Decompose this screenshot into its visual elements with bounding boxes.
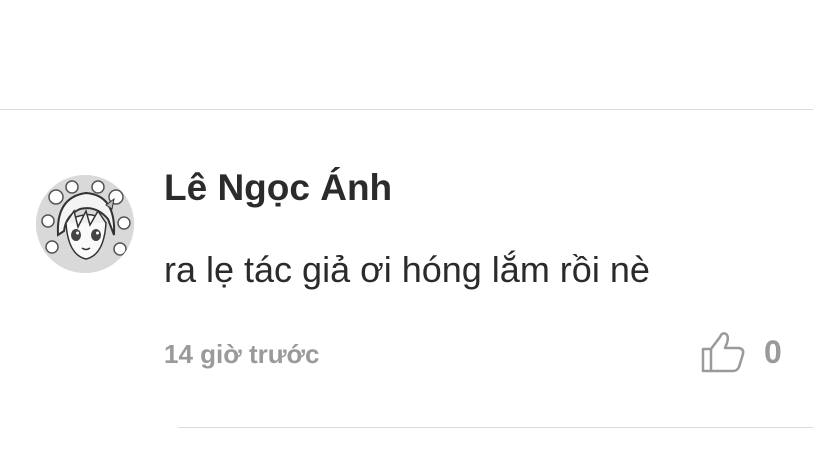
like-button[interactable]: 0 xyxy=(698,326,790,378)
comment-text: ra lẹ tác giả ơi hóng lắm rồi nè xyxy=(164,249,650,290)
comment-page: Lê Ngọc Ánh ra lẹ tác giả ơi hóng lắm rồ… xyxy=(0,0,813,457)
bottom-divider xyxy=(178,427,813,428)
thumbs-up-outline-icon xyxy=(701,332,745,373)
comment-author[interactable]: Lê Ngọc Ánh xyxy=(164,165,392,211)
like-count: 0 xyxy=(764,334,782,370)
comment-item: Lê Ngọc Ánh ra lẹ tác giả ơi hóng lắm rồ… xyxy=(0,110,813,427)
avatar-illustration-icon xyxy=(36,175,134,273)
avatar[interactable] xyxy=(36,175,134,273)
comment-timestamp: 14 giờ trước xyxy=(164,339,320,369)
